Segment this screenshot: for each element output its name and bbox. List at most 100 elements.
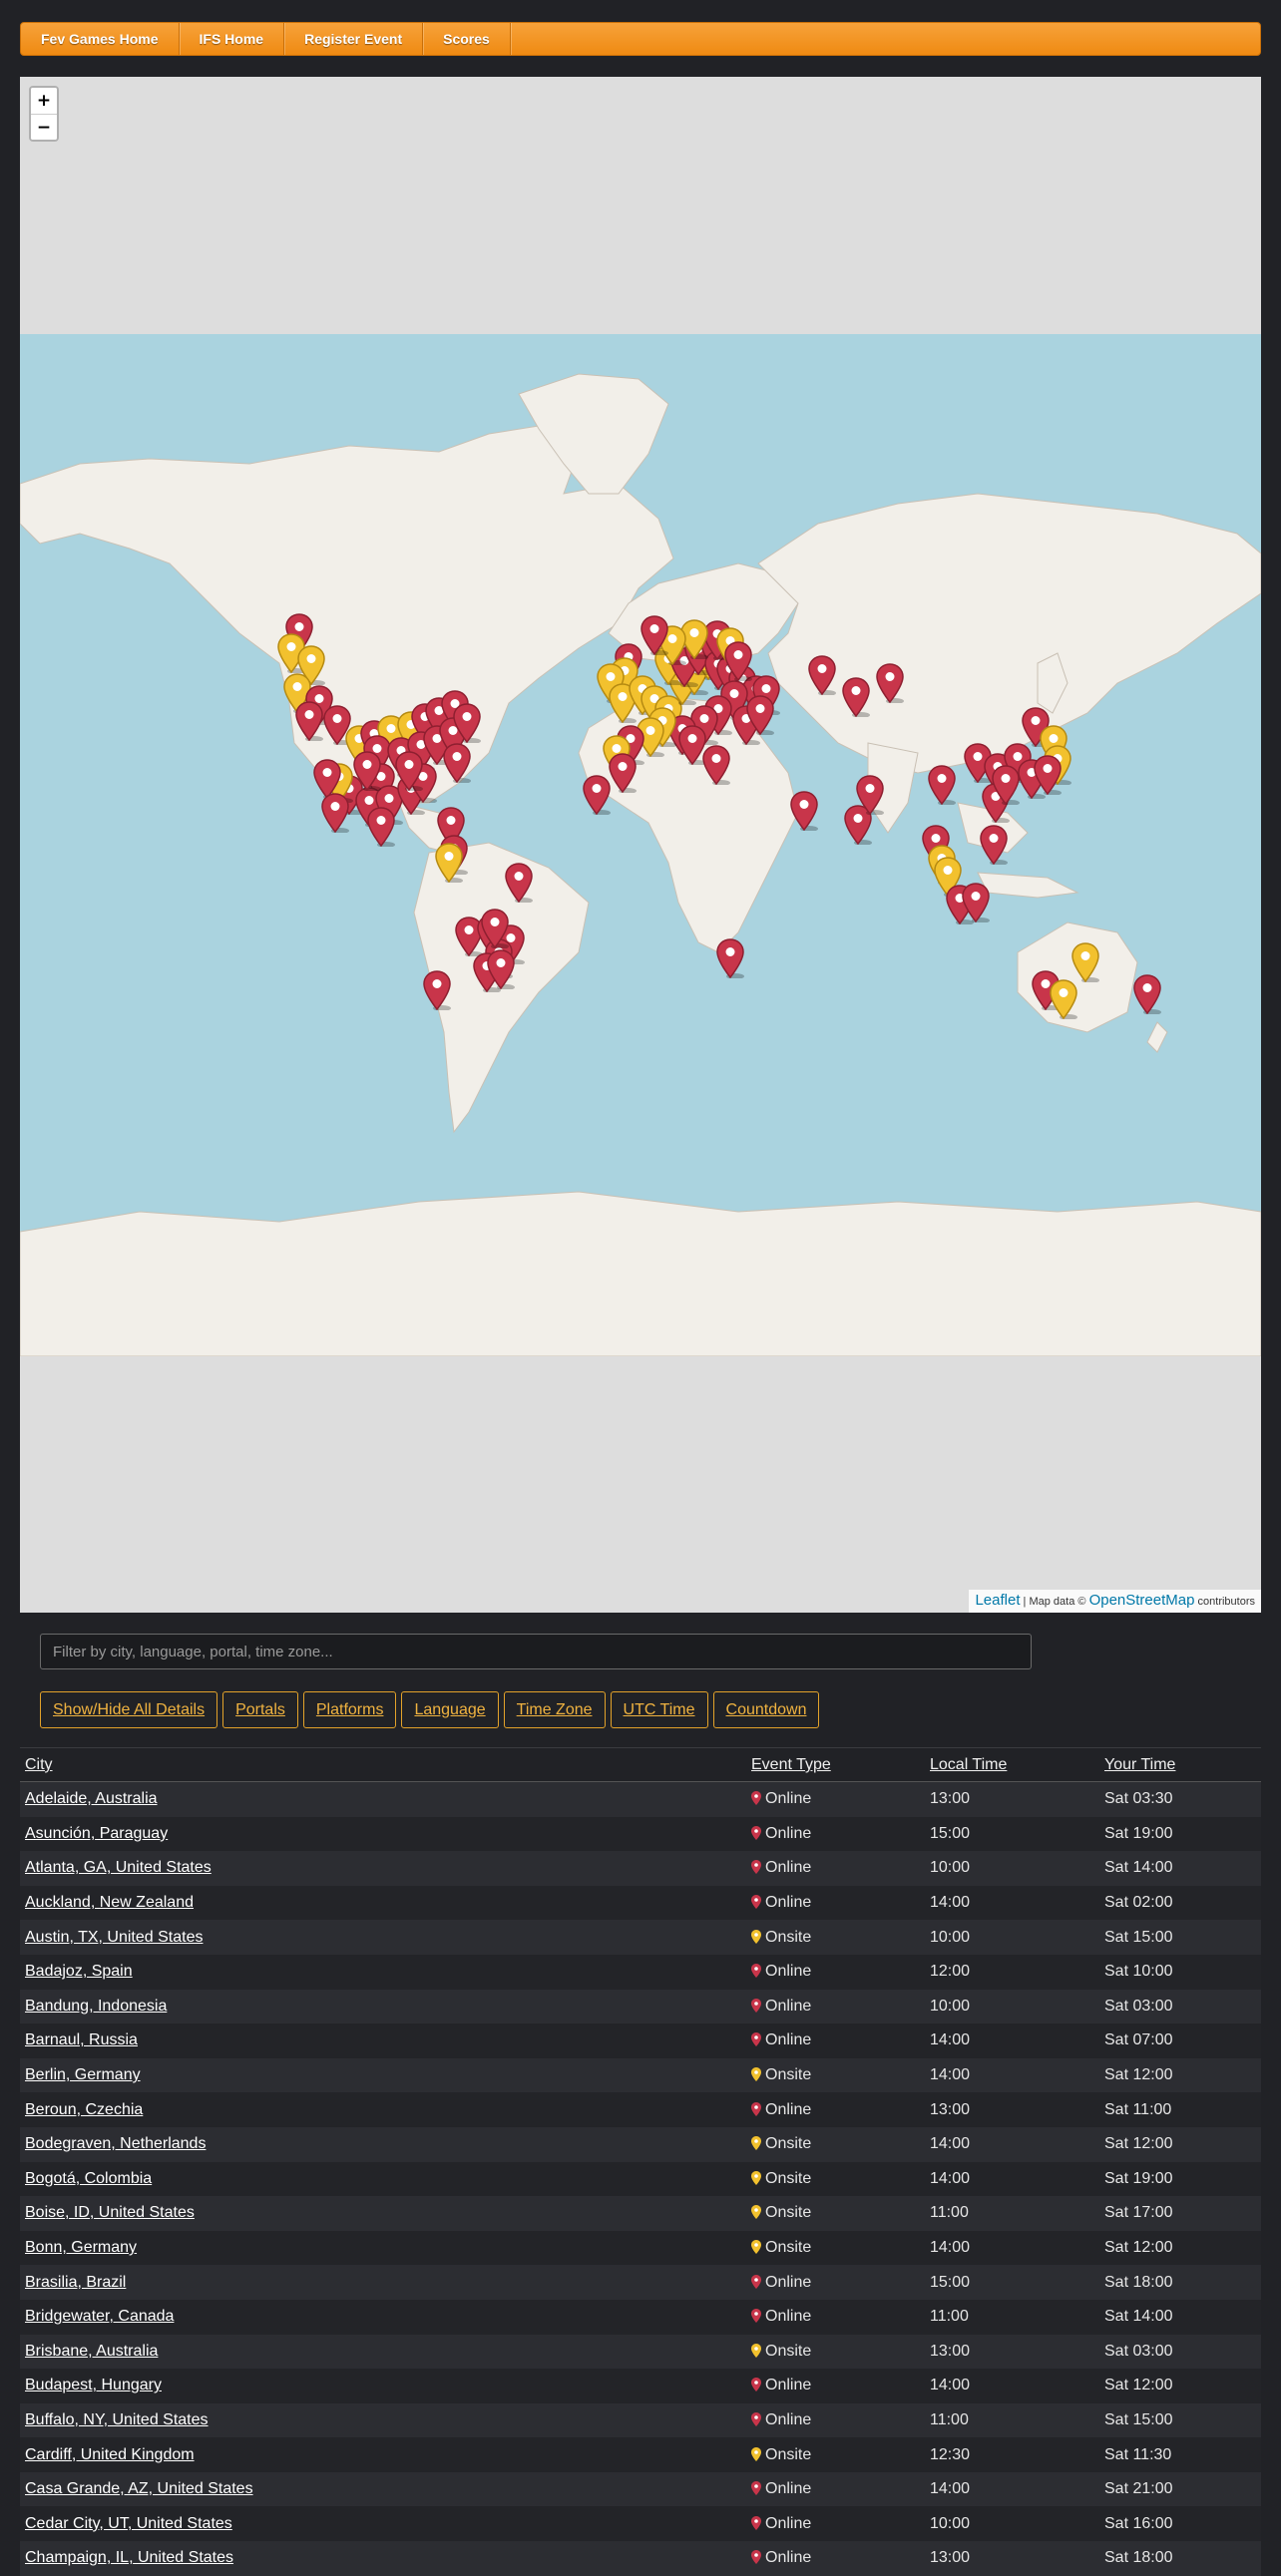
utc-time-button[interactable]: UTC Time — [610, 1691, 708, 1728]
online-event-marker[interactable] — [745, 695, 775, 735]
city-link[interactable]: Barnaul, Russia — [25, 2031, 138, 2048]
online-event-marker[interactable] — [394, 751, 424, 791]
online-event-marker[interactable] — [352, 751, 382, 791]
header-local-time[interactable]: Local Time — [925, 1749, 1099, 1782]
divider — [20, 1747, 1261, 1748]
event-type-cell: Online — [746, 1816, 925, 1852]
online-event-marker[interactable] — [927, 765, 957, 805]
event-type-label: Online — [765, 1997, 812, 2015]
header-city[interactable]: City — [20, 1749, 746, 1782]
nav-ifs-home[interactable]: IFS Home — [180, 23, 285, 55]
table-body: Adelaide, Australia Online 13:00 Sat 03:30 A… — [20, 1781, 1261, 2576]
online-event-marker[interactable] — [480, 909, 510, 948]
language-button[interactable]: Language — [401, 1691, 499, 1728]
portals-button[interactable]: Portals — [222, 1691, 298, 1728]
event-type-label: Online — [765, 2273, 812, 2291]
online-event-marker[interactable] — [294, 701, 324, 741]
city-link[interactable]: Asunción, Paraguay — [25, 1825, 168, 1842]
online-event-marker[interactable] — [875, 663, 905, 703]
city-link[interactable]: Berlin, Germany — [25, 2066, 141, 2083]
online-event-marker[interactable] — [608, 753, 638, 793]
online-event-marker[interactable] — [582, 775, 612, 815]
online-event-marker[interactable] — [807, 655, 837, 695]
online-event-marker[interactable] — [1033, 755, 1063, 795]
city-link[interactable]: Bandung, Indonesia — [25, 1998, 167, 2015]
city-link[interactable]: Atlanta, GA, United States — [25, 1859, 212, 1876]
event-type-cell: Online — [746, 1954, 925, 1990]
city-link[interactable]: Bodegraven, Netherlands — [25, 2135, 206, 2152]
city-link[interactable]: Bridgewater, Canada — [25, 2308, 174, 2325]
header-your-time[interactable]: Your Time — [1099, 1749, 1261, 1782]
onsite-event-marker[interactable] — [1070, 942, 1100, 982]
onsite-marker-icon — [751, 2067, 761, 2082]
onsite-event-marker[interactable] — [434, 843, 464, 883]
event-map[interactable]: + − Leaflet | Map data © OpenStreetMap c… — [20, 77, 1261, 1613]
city-link[interactable]: Boise, ID, United States — [25, 2204, 195, 2221]
online-marker-icon — [751, 2309, 761, 2324]
city-link[interactable]: Champaign, IL, United States — [25, 2549, 233, 2566]
city-link[interactable]: Budapest, Hungary — [25, 2377, 162, 2393]
city-link[interactable]: Cardiff, United Kingdom — [25, 2446, 195, 2463]
city-link[interactable]: Beroun, Czechia — [25, 2101, 143, 2118]
osm-link[interactable]: OpenStreetMap — [1089, 1592, 1195, 1609]
online-event-marker[interactable] — [452, 703, 482, 743]
table-row: Badajoz, Spain Online 12:00 Sat 10:00 — [20, 1954, 1261, 1990]
online-event-marker[interactable] — [320, 793, 350, 833]
city-cell: Bogotá, Colombia — [20, 2161, 746, 2197]
platforms-button[interactable]: Platforms — [302, 1691, 397, 1728]
filter-input[interactable] — [40, 1634, 1032, 1669]
online-event-marker[interactable] — [715, 938, 745, 978]
online-event-marker[interactable] — [1132, 974, 1162, 1014]
online-event-marker[interactable] — [979, 825, 1009, 865]
your-time-cell: Sat 15:00 — [1099, 1920, 1261, 1955]
countdown-button[interactable]: Countdown — [712, 1691, 820, 1728]
online-event-marker[interactable] — [366, 807, 396, 847]
online-event-marker[interactable] — [723, 641, 753, 681]
online-event-marker[interactable] — [442, 743, 472, 783]
city-link[interactable]: Austin, TX, United States — [25, 1929, 203, 1946]
online-event-marker[interactable] — [504, 863, 534, 903]
nav-scores[interactable]: Scores — [423, 23, 511, 55]
nav-fev-games-home[interactable]: Fev Games Home — [21, 23, 180, 55]
online-event-marker[interactable] — [701, 745, 731, 785]
online-event-marker[interactable] — [422, 970, 452, 1010]
local-time-cell: 11:00 — [925, 2196, 1099, 2231]
nav-register-event[interactable]: Register Event — [284, 23, 424, 55]
online-event-marker[interactable] — [961, 883, 991, 922]
table-row: Barnaul, Russia Online 14:00 Sat 07:00 — [20, 2024, 1261, 2058]
online-event-marker[interactable] — [855, 775, 885, 815]
local-time-cell: 14:00 — [925, 2161, 1099, 2197]
city-link[interactable]: Buffalo, NY, United States — [25, 2411, 209, 2428]
table-row: Budapest, Hungary Online 14:00 Sat 12:00 — [20, 2369, 1261, 2403]
time-zone-button[interactable]: Time Zone — [503, 1691, 606, 1728]
onsite-event-marker[interactable] — [1049, 979, 1078, 1019]
city-cell: Austin, TX, United States — [20, 1920, 746, 1955]
zoom-in-button[interactable]: + — [31, 88, 57, 114]
city-cell: Auckland, New Zealand — [20, 1885, 746, 1921]
header-event-type[interactable]: Event Type — [746, 1749, 925, 1782]
city-link[interactable]: Brasilia, Brazil — [25, 2274, 126, 2291]
show-hide-details-button[interactable]: Show/Hide All Details — [40, 1691, 218, 1728]
city-link[interactable]: Adelaide, Australia — [25, 1790, 158, 1807]
city-link[interactable]: Casa Grande, AZ, United States — [25, 2480, 253, 2497]
online-marker-icon — [751, 2411, 761, 2426]
event-type-cell: Onsite — [746, 2230, 925, 2266]
online-event-marker[interactable] — [640, 615, 669, 655]
table-row: Berlin, Germany Onsite 14:00 Sat 12:00 — [20, 2057, 1261, 2093]
online-event-marker[interactable] — [486, 949, 516, 989]
event-type-label: Onsite — [765, 2169, 812, 2187]
zoom-out-button[interactable]: − — [31, 114, 57, 140]
city-link[interactable]: Bonn, Germany — [25, 2239, 137, 2256]
leaflet-link[interactable]: Leaflet — [975, 1592, 1020, 1609]
your-time-cell: Sat 19:00 — [1099, 2161, 1261, 2197]
city-link[interactable]: Auckland, New Zealand — [25, 1894, 194, 1911]
city-link[interactable]: Brisbane, Australia — [25, 2343, 158, 2360]
city-link[interactable]: Bogotá, Colombia — [25, 2170, 152, 2187]
city-link[interactable]: Cedar City, UT, United States — [25, 2515, 232, 2532]
online-event-marker[interactable] — [789, 791, 819, 831]
online-event-marker[interactable] — [841, 677, 871, 717]
city-cell: Asunción, Paraguay — [20, 1816, 746, 1852]
table-row: Atlanta, GA, United States Online 10:00 Sat… — [20, 1851, 1261, 1886]
your-time-cell: Sat 10:00 — [1099, 1954, 1261, 1990]
city-link[interactable]: Badajoz, Spain — [25, 1963, 133, 1980]
